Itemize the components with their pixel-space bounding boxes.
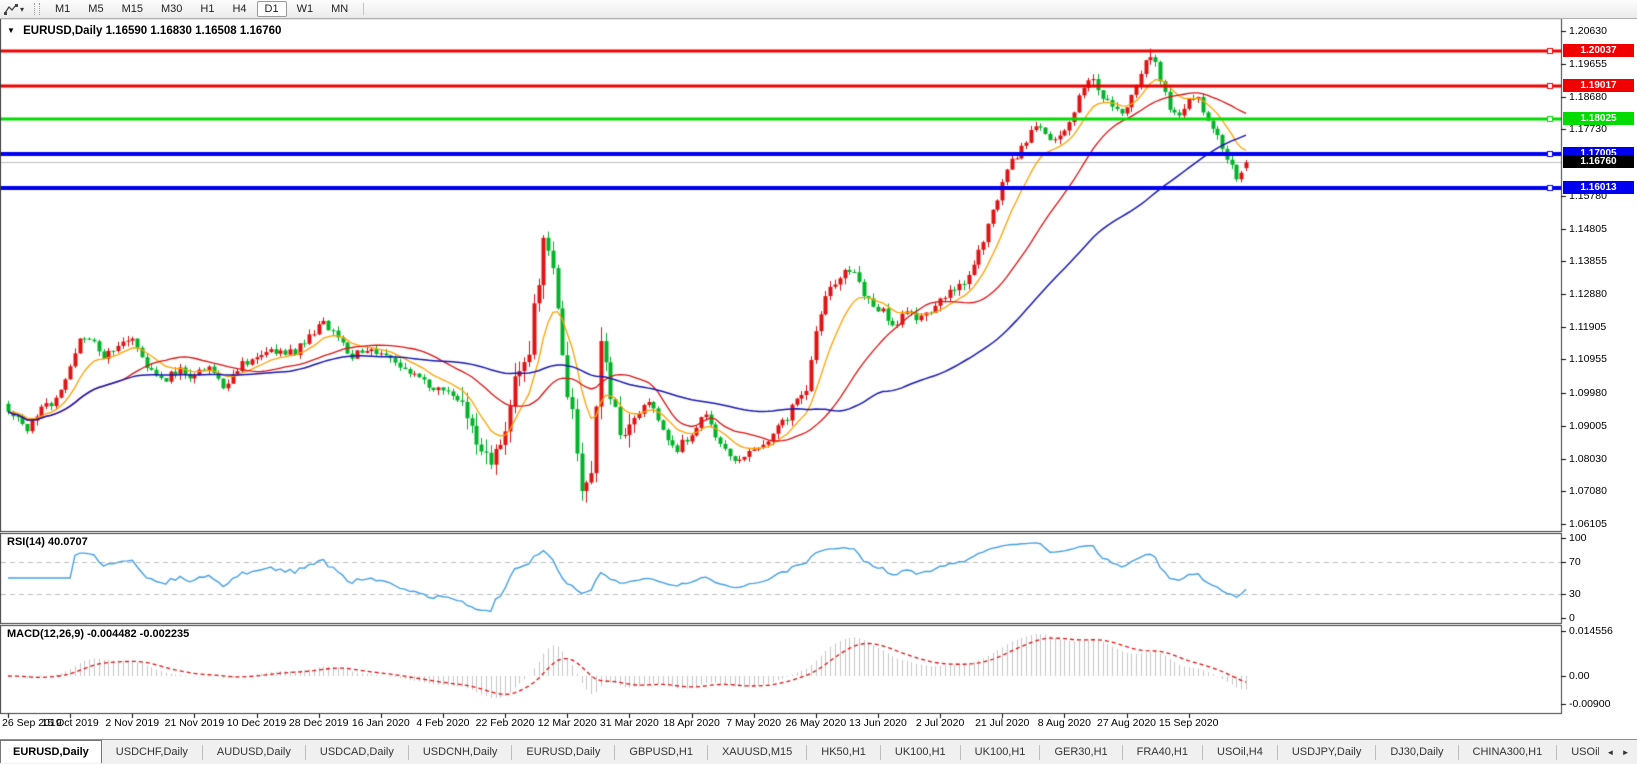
chart-tab-usdcnh-daily[interactable]: USDCNH,Daily [409, 744, 513, 760]
price-axis-tick: 1.07080 [1569, 485, 1607, 498]
date-axis-label: 15 Sep 2020 [1158, 717, 1219, 729]
toolbar-separator [363, 3, 365, 15]
rsi-axis-tick: 70 [1569, 556, 1581, 568]
hline-price-badge[interactable]: 1.18025 [1563, 112, 1634, 126]
chart-tab-bar: EURUSD,Daily USDCHF,Daily AUDUSD,Daily USDC… [0, 739, 1637, 764]
macd-axis-tick: -0.00900 [1569, 697, 1611, 710]
price-chart-canvas[interactable] [0, 0, 1637, 764]
timeframe-button-mn[interactable]: MN [323, 1, 356, 17]
chart-tab-usoil-h4[interactable]: USOil,H4 [1203, 744, 1278, 760]
timeframe-button-m30[interactable]: M30 [153, 1, 190, 17]
chart-tab-uk100-h1[interactable]: UK100,H1 [881, 744, 961, 760]
chart-tab-dj30-daily[interactable]: DJ30,Daily [1376, 744, 1459, 760]
toolbar-grip-handle[interactable] [34, 3, 41, 15]
timeframe-button-m15[interactable]: M15 [114, 1, 151, 17]
date-axis-label: 15 Oct 2019 [41, 717, 99, 729]
price-axis-tick: 1.18680 [1569, 91, 1607, 104]
line-studies-icon[interactable] [4, 3, 18, 15]
price-axis-tick: 1.10955 [1569, 353, 1607, 366]
date-axis-label: 13 Jun 2020 [849, 717, 907, 729]
chart-dropdown-icon[interactable]: ▼ [7, 26, 15, 35]
date-axis-label: 16 Jan 2020 [351, 717, 410, 729]
chart-tab-eurusd-daily[interactable]: EURUSD,Daily [512, 744, 616, 760]
price-axis-tick: 1.09980 [1569, 386, 1607, 399]
date-axis-label: 26 May 2020 [785, 717, 847, 729]
timeframe-button-w1[interactable]: W1 [289, 1, 322, 17]
chart-ohlc-values: 1.16590 1.16830 1.16508 1.16760 [105, 25, 282, 37]
chart-tab-gbpusd-h1[interactable]: GBPUSD,H1 [615, 744, 708, 760]
rsi-indicator-label: RSI(14) 40.0707 [7, 536, 88, 548]
tab-scroll-right-icon[interactable]: ► [1622, 748, 1630, 757]
macd-indicator-label: MACD(12,26,9) -0.004482 -0.002235 [7, 628, 190, 640]
date-axis-label: 21 Nov 2019 [164, 717, 225, 729]
tab-scroll-left-icon[interactable]: ◄ [1606, 748, 1614, 757]
timeframe-buttons: M1 M5 M15 M30 H1 H4 D1 W1 MN [46, 1, 357, 17]
chart-tab-audusd-daily[interactable]: AUDUSD,Daily [203, 744, 306, 760]
trading-app-window: ▾ M1 M5 M15 M30 H1 H4 D1 W1 MN ▼ EURUSD,Daily 1.… [0, 0, 1637, 764]
chart-tab-eurusd-daily[interactable]: EURUSD,Daily [0, 740, 102, 763]
date-axis-label: 2 Nov 2019 [105, 717, 160, 729]
chart-tab-fra40-h1[interactable]: FRA40,H1 [1123, 744, 1203, 760]
price-axis-tick: 1.20630 [1569, 25, 1607, 37]
chart-tab-usdjpy-daily[interactable]: USDJPY,Daily [1278, 744, 1377, 760]
date-axis-label: 31 Mar 2020 [599, 717, 659, 729]
date-axis-label: 27 Aug 2020 [1097, 717, 1157, 729]
hline-price-badge[interactable]: 1.19017 [1563, 78, 1634, 92]
date-axis-label: 12 Mar 2020 [537, 717, 597, 729]
chart-tab-usdcad-daily[interactable]: USDCAD,Daily [306, 744, 409, 760]
macd-axis-tick: 0.014556 [1569, 625, 1613, 637]
rsi-axis-tick: 100 [1569, 532, 1587, 544]
price-axis-tick: 1.09005 [1569, 419, 1607, 432]
price-axis-tick: 1.13855 [1569, 255, 1607, 267]
date-axis-label: 7 May 2020 [726, 717, 782, 729]
price-axis-tick: 1.14805 [1569, 222, 1607, 235]
timeframe-button-h1[interactable]: H1 [192, 1, 222, 17]
timeframe-button-h4[interactable]: H4 [224, 1, 254, 17]
rsi-axis-tick: 30 [1569, 588, 1581, 600]
date-axis-label: 4 Feb 2020 [416, 717, 470, 729]
chart-symbol-label: EURUSD,Daily [23, 25, 103, 37]
date-axis-label: 10 Dec 2019 [226, 717, 287, 729]
price-axis-tick: 1.19655 [1569, 58, 1607, 71]
chart-title: ▼ EURUSD,Daily 1.16590 1.16830 1.16508 1… [7, 25, 281, 37]
chart-tab-china300-h1[interactable]: CHINA300,H1 [1459, 744, 1558, 760]
timeframe-button-d1[interactable]: D1 [256, 1, 287, 17]
tab-scroll-controls: ◄ ► [1599, 740, 1637, 764]
chart-tab-ger30-h1[interactable]: GER30,H1 [1040, 744, 1123, 760]
date-axis-label: 18 Apr 2020 [663, 717, 720, 729]
timeframe-button-m1[interactable]: M1 [47, 1, 78, 17]
chart-tab-usdchf-daily[interactable]: USDCHF,Daily [102, 744, 203, 760]
line-studies-dropdown-icon[interactable]: ▾ [20, 5, 24, 14]
date-axis-label: 22 Feb 2020 [475, 717, 535, 729]
price-axis-tick: 1.12880 [1569, 288, 1607, 301]
timeframe-toolbar: ▾ M1 M5 M15 M30 H1 H4 D1 W1 MN [0, 0, 1637, 19]
hline-price-badge[interactable]: 1.16013 [1563, 180, 1634, 194]
current-price-badge: 1.16760 [1563, 155, 1634, 169]
date-axis-label: 2 Jul 2020 [915, 717, 965, 729]
price-axis-tick: 1.11905 [1569, 321, 1607, 334]
chart-tab-hk50-h1[interactable]: HK50,H1 [807, 744, 881, 760]
date-axis-label: 28 Dec 2019 [288, 717, 349, 729]
chart-tab-uk100-h1[interactable]: UK100,H1 [961, 744, 1041, 760]
timeframe-button-m5[interactable]: M5 [80, 1, 111, 17]
chart-tab-xauusd-m15[interactable]: XAUUSD,M15 [708, 744, 808, 760]
rsi-axis-tick: 0 [1569, 612, 1575, 624]
date-axis-label: 8 Aug 2020 [1037, 717, 1091, 729]
macd-axis-tick: 0.00 [1569, 670, 1590, 682]
date-axis-label: 21 Jul 2020 [975, 717, 1030, 729]
hline-price-badge[interactable]: 1.20037 [1563, 44, 1634, 58]
price-axis-tick: 1.08030 [1569, 452, 1607, 465]
price-axis-tick: 1.06105 [1569, 518, 1607, 531]
